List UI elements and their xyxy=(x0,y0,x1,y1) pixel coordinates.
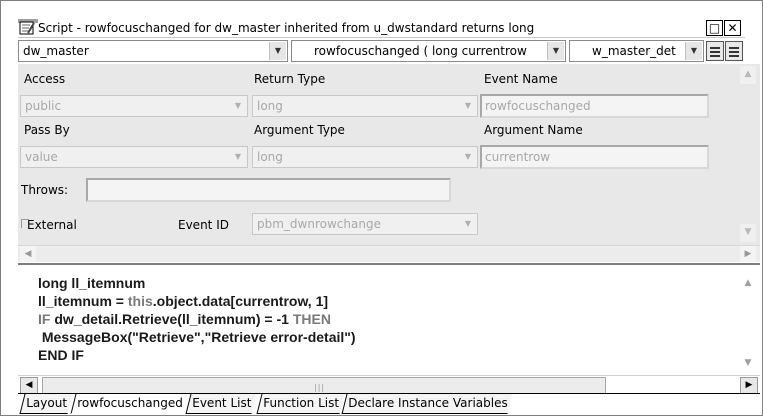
object-combo-value: dw_master xyxy=(23,44,89,58)
tab-event-list[interactable]: Event List xyxy=(185,394,257,414)
event-id-label: Event ID xyxy=(178,218,229,232)
return-type-label: Return Type xyxy=(254,72,326,86)
tab-strip: Layout rowfocuschanged Event List Functi… xyxy=(18,393,760,414)
layout-toggle-icon[interactable] xyxy=(725,41,743,61)
argument-name-value: currentrow xyxy=(485,150,551,164)
access-dropdown: public ▼ xyxy=(20,95,248,117)
chevron-down-icon: ▼ xyxy=(464,219,472,228)
chevron-down-icon: ▼ xyxy=(234,101,242,110)
event-name-field[interactable]: rowfocuschanged xyxy=(480,94,709,118)
arrow-down-icon[interactable]: ▼ xyxy=(740,355,756,371)
return-type-value: long xyxy=(257,99,283,113)
event-combo[interactable]: rowfocuschanged ( long currentrow ▼ xyxy=(291,40,566,62)
access-label: Access xyxy=(24,72,66,86)
object-combo[interactable]: dw_master ▼ xyxy=(18,40,288,62)
code-line-4: MessageBox("Retrieve","Retrieve error-de… xyxy=(38,329,356,345)
code-hscroll[interactable]: ◀ ||| ▶ xyxy=(18,375,760,395)
event-id-value: pbm_dwnrowchange xyxy=(257,217,381,231)
code-line-1: long ll_itemnum xyxy=(38,275,146,291)
script-icon xyxy=(19,21,35,35)
pass-by-dropdown: value ▼ xyxy=(20,146,248,168)
external-label: External xyxy=(27,218,77,232)
arrow-right-icon[interactable]: ▶ xyxy=(740,246,756,262)
access-value: public xyxy=(25,99,62,113)
chevron-down-icon[interactable]: ▼ xyxy=(685,42,702,60)
tab-declare-instance-variables[interactable]: Declare Instance Variables xyxy=(341,394,513,414)
maximize-button[interactable]: □ xyxy=(706,20,723,36)
code-text: dw_detail.Retrieve(ll_itemnum) = -1 xyxy=(50,311,293,327)
ancestor-combo-value: w_master_det xyxy=(592,44,676,58)
chevron-down-icon: ▼ xyxy=(234,152,242,161)
argument-type-value: long xyxy=(257,150,283,164)
code-text: ll_itemnum = xyxy=(38,293,128,309)
argument-name-label: Argument Name xyxy=(484,123,583,137)
pass-by-value: value xyxy=(25,150,58,164)
throws-field[interactable] xyxy=(86,178,451,202)
code-text: .object.data[currentrow, 1] xyxy=(152,293,329,309)
chevron-down-icon: ▼ xyxy=(464,101,472,110)
code-keyword: THEN xyxy=(292,311,331,327)
argument-name-field[interactable]: currentrow xyxy=(480,145,709,169)
ancestor-combo[interactable]: w_master_det ▼ xyxy=(569,40,704,62)
throws-label: Throws: xyxy=(21,183,69,197)
code-editor[interactable]: long ll_itemnum ll_itemnum = this.object… xyxy=(18,263,760,375)
layout-toggle-icon[interactable] xyxy=(706,41,724,61)
event-name-value: rowfocuschanged xyxy=(485,99,591,113)
chevron-down-icon[interactable]: ▼ xyxy=(269,42,286,60)
argument-type-dropdown: long ▼ xyxy=(252,146,478,168)
event-id-dropdown: pbm_dwnrowchange ▼ xyxy=(252,213,478,235)
code-keyword: this xyxy=(127,293,153,309)
arrow-down-icon[interactable]: ▼ xyxy=(740,224,756,242)
event-combo-value: rowfocuschanged ( long currentrow xyxy=(314,44,527,58)
event-name-label: Event Name xyxy=(484,72,558,86)
chevron-down-icon: ▼ xyxy=(464,152,472,161)
window-title: Script - rowfocuschanged for dw_master i… xyxy=(38,21,535,35)
tab-rowfocuschanged[interactable]: rowfocuschanged xyxy=(70,394,189,414)
properties-hscroll[interactable]: ◀ ▶ xyxy=(18,245,760,262)
tab-function-list[interactable]: Function List xyxy=(256,394,345,414)
code-line-5: END IF xyxy=(38,347,84,363)
code-keyword: IF xyxy=(38,311,51,327)
code-vscroll[interactable]: ▲ ▼ xyxy=(738,265,758,375)
code-line-3: IF dw_detail.Retrieve(ll_itemnum) = -1 T… xyxy=(38,310,331,328)
return-type-dropdown: long ▼ xyxy=(252,95,478,117)
code-line-2: ll_itemnum = this.object.data[currentrow… xyxy=(38,292,328,310)
pass-by-label: Pass By xyxy=(24,123,70,137)
tab-layout[interactable]: Layout xyxy=(19,394,73,414)
close-button[interactable]: ✕ xyxy=(724,20,741,36)
arrow-up-icon[interactable]: ▲ xyxy=(740,275,756,291)
arrow-up-icon[interactable]: ▲ xyxy=(740,66,756,84)
chevron-down-icon[interactable]: ▼ xyxy=(547,42,564,60)
arrow-left-icon[interactable]: ◀ xyxy=(20,246,36,262)
argument-type-label: Argument Type xyxy=(254,123,345,137)
